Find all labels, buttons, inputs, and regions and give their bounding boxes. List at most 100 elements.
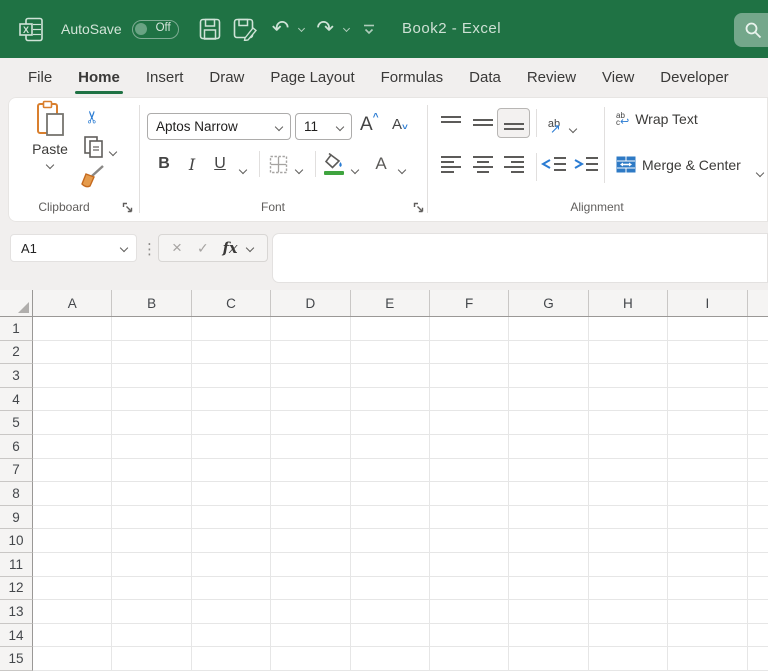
row-header-7[interactable]: 7 [0, 458, 33, 483]
cell[interactable] [509, 600, 589, 624]
cell[interactable] [668, 623, 748, 648]
cell[interactable] [112, 576, 192, 601]
cell[interactable] [668, 505, 748, 530]
cell[interactable] [747, 600, 768, 624]
cell[interactable] [271, 482, 351, 506]
cell[interactable] [33, 600, 113, 624]
italic-button[interactable]: I [182, 152, 202, 176]
cut-button[interactable]: ✂ [80, 105, 106, 129]
cell[interactable] [350, 600, 430, 624]
cell[interactable] [747, 317, 768, 341]
column-header-b[interactable]: B [112, 290, 192, 316]
increase-font-size-button[interactable]: A ^ [360, 113, 379, 136]
cell[interactable] [33, 529, 113, 553]
cell[interactable] [271, 317, 351, 341]
select-all-corner[interactable] [0, 290, 33, 316]
copy-dropdown-chevron[interactable] [108, 142, 118, 160]
borders-button[interactable] [265, 152, 291, 176]
cell[interactable] [668, 576, 748, 601]
column-header-a[interactable]: A [33, 290, 113, 316]
align-right-button[interactable] [503, 155, 525, 173]
cell[interactable] [350, 482, 430, 506]
cell[interactable] [668, 482, 748, 506]
cell[interactable] [191, 364, 272, 388]
cell[interactable] [112, 411, 192, 435]
cell[interactable] [509, 387, 589, 412]
cell[interactable] [350, 623, 430, 648]
cell[interactable] [350, 364, 430, 388]
cell[interactable] [509, 482, 589, 506]
merge-center-dropdown-chevron[interactable] [755, 163, 765, 181]
cell[interactable] [509, 529, 589, 553]
cell[interactable] [191, 647, 272, 671]
orientation-button[interactable]: ab ↗ [541, 111, 567, 137]
font-name-combo[interactable]: Aptos Narrow [147, 113, 291, 140]
cell[interactable] [191, 600, 272, 624]
column-header-h[interactable]: H [589, 290, 669, 316]
cell[interactable] [747, 459, 768, 483]
cell[interactable] [588, 647, 669, 671]
column-header-partial[interactable] [748, 290, 768, 316]
cell[interactable] [668, 340, 748, 365]
tab-insert[interactable]: Insert [133, 58, 197, 97]
cell[interactable] [271, 340, 351, 365]
cell[interactable] [33, 317, 113, 341]
cell[interactable] [271, 434, 351, 459]
cell[interactable] [509, 364, 589, 388]
tab-view[interactable]: View [589, 58, 647, 97]
cell[interactable] [350, 340, 430, 365]
cell[interactable] [112, 482, 192, 506]
tab-file[interactable]: File [15, 58, 65, 97]
underline-button[interactable]: U [209, 152, 231, 176]
cell[interactable] [191, 387, 272, 412]
cell[interactable] [429, 434, 510, 459]
cell[interactable] [271, 600, 351, 624]
cell[interactable] [112, 317, 192, 341]
row-header-6[interactable]: 6 [0, 434, 33, 459]
tab-home[interactable]: Home [65, 58, 133, 97]
cell[interactable] [429, 458, 510, 483]
row-header-14[interactable]: 14 [0, 623, 33, 648]
cell[interactable] [747, 577, 768, 601]
cell[interactable] [33, 552, 113, 577]
cell[interactable] [33, 623, 113, 648]
fill-color-button[interactable] [320, 150, 348, 178]
wrap-text-button[interactable]: ab c↩ Wrap Text [616, 111, 698, 128]
cell[interactable] [429, 364, 510, 388]
middle-align-button[interactable] [472, 114, 494, 132]
cell[interactable] [588, 434, 669, 459]
undo-dropdown[interactable] [293, 24, 306, 32]
row-header-4[interactable]: 4 [0, 387, 33, 412]
cell[interactable] [350, 529, 430, 553]
cell[interactable] [747, 435, 768, 459]
cell[interactable] [33, 411, 113, 435]
cell[interactable] [668, 364, 748, 388]
tab-developer[interactable]: Developer [647, 58, 741, 97]
clipboard-dialog-launcher[interactable] [122, 200, 135, 213]
cell[interactable] [191, 340, 272, 365]
cell[interactable] [191, 317, 272, 341]
formula-bar-resize-handle[interactable]: ⋮ [142, 240, 157, 258]
cell[interactable] [429, 647, 510, 671]
cell[interactable] [509, 576, 589, 601]
orientation-dropdown-chevron[interactable] [568, 119, 578, 137]
tab-draw[interactable]: Draw [196, 58, 257, 97]
increase-indent-button[interactable] [573, 155, 599, 173]
cell[interactable] [588, 576, 669, 601]
cell[interactable] [588, 387, 669, 412]
cell[interactable] [747, 364, 768, 388]
cell[interactable] [33, 576, 113, 601]
cell[interactable] [271, 387, 351, 412]
align-left-button[interactable] [440, 155, 462, 173]
cell[interactable] [588, 505, 669, 530]
cell[interactable] [33, 340, 113, 365]
cell[interactable] [429, 552, 510, 577]
row-header-10[interactable]: 10 [0, 529, 33, 553]
column-header-g[interactable]: G [509, 290, 589, 316]
column-header-c[interactable]: C [192, 290, 272, 316]
cell[interactable] [668, 552, 748, 577]
cell[interactable] [191, 623, 272, 648]
row-header-8[interactable]: 8 [0, 482, 33, 506]
cell[interactable] [429, 623, 510, 648]
cell[interactable] [668, 411, 748, 435]
